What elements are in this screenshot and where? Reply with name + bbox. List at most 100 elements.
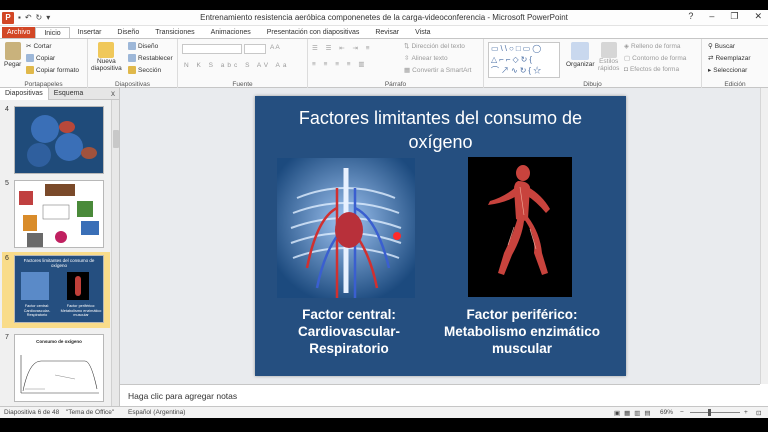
thumb-muscle-figure xyxy=(75,276,81,296)
slide-thumbnail-row-selected[interactable]: 6 Factores limitantes del consumo de oxí… xyxy=(2,252,110,328)
tab-animaciones[interactable]: Animaciones xyxy=(203,27,259,38)
anatomy-image[interactable] xyxy=(277,158,415,298)
slide-thumbnail[interactable] xyxy=(14,106,104,174)
slide-number: 7 xyxy=(5,334,9,341)
undo-icon[interactable]: ↶ xyxy=(25,13,32,22)
tab-presentacion[interactable]: Presentación con diapositivas xyxy=(259,27,368,38)
paste-label: Pegar xyxy=(4,61,22,68)
muscle-runner-image[interactable] xyxy=(468,157,572,297)
tab-inicio[interactable]: Inicio xyxy=(35,27,70,38)
tab-vista[interactable]: Vista xyxy=(407,27,438,38)
arrange-button[interactable]: Organizar xyxy=(566,42,595,68)
text-direction-icon: ⇅ xyxy=(404,43,410,50)
close-button[interactable]: ✕ xyxy=(754,11,762,22)
save-icon[interactable]: ▪ xyxy=(18,13,21,22)
shapes-gallery[interactable]: ▭\\○□▭◯ △⌐⌐◇↻{⌒↗∿↻{☆ xyxy=(488,42,560,78)
copy-label: Copiar xyxy=(36,54,56,62)
format-painter-label: Copiar formato xyxy=(36,66,79,74)
tab-archivo[interactable]: Archivo xyxy=(2,27,36,38)
group-portapapeles: Pegar ✂ Cortar Copiar Copiar formato Port… xyxy=(0,39,88,89)
notes-placeholder[interactable]: Haga clic para agregar notas xyxy=(128,391,237,401)
group-label-edicion: Edición xyxy=(724,81,746,88)
tab-insertar[interactable]: Insertar xyxy=(70,27,110,38)
shape-outline-button[interactable]: ▢ Contorno de forma xyxy=(624,54,686,63)
align-text-button[interactable]: ⇳ Alinear texto xyxy=(404,54,448,63)
slide[interactable]: Factores limitantes del consumo de oxíge… xyxy=(255,96,626,376)
scissors-icon: ✂ xyxy=(26,43,32,50)
copy-icon xyxy=(26,54,34,62)
slide-title[interactable]: Factores limitantes del consumo de oxíge… xyxy=(265,106,616,154)
font-grow-shrink-icon[interactable]: A A xyxy=(270,44,280,51)
tab-slides[interactable]: Diapositivas xyxy=(0,87,49,100)
running-muscle-figure xyxy=(488,165,550,275)
cut-button[interactable]: ✂ Cortar xyxy=(26,42,52,51)
binoculars-icon: ⚲ xyxy=(708,43,713,50)
text-direction-button[interactable]: ⇅ Dirección del texto xyxy=(404,42,465,51)
customize-toolbar-icon[interactable]: ▾ xyxy=(46,13,50,22)
layout-button[interactable]: Diseño xyxy=(128,42,158,50)
right-caption[interactable]: Factor periférico: Metabolismo enzimátic… xyxy=(431,306,613,357)
theme-name: "Tema de Office" xyxy=(66,409,115,416)
zoom-in-icon[interactable]: + xyxy=(744,409,748,416)
redo-icon[interactable]: ↻ xyxy=(36,13,43,22)
help-button[interactable]: ? xyxy=(688,11,693,22)
left-caption[interactable]: Factor central: Cardiovascular-Respirato… xyxy=(273,306,425,357)
language-indicator[interactable]: Español (Argentina) xyxy=(128,409,185,416)
quick-styles-button[interactable]: Estilos rápidos xyxy=(598,42,619,72)
canvas-scrollbar[interactable] xyxy=(760,88,768,384)
tab-transiciones[interactable]: Transiciones xyxy=(147,27,202,38)
reset-icon xyxy=(128,54,136,62)
quick-styles-icon xyxy=(600,42,617,58)
shape-fill-icon: ◈ xyxy=(624,43,629,50)
list-buttons[interactable]: ☰ ☰ ⇤ ⇥ ≡ xyxy=(312,44,373,52)
restore-button[interactable]: ❐ xyxy=(730,11,738,22)
fit-slide-icon[interactable]: ⊡ xyxy=(756,409,761,417)
slide-canvas: Factores limitantes del consumo de oxíge… xyxy=(120,88,760,384)
thumb-right-caption: Factor periférico: Metabolismo enzimátic… xyxy=(60,304,102,317)
new-slide-button[interactable]: Nueva diapositiva xyxy=(91,42,122,72)
slide-thumbnail-row[interactable]: 4 xyxy=(0,106,112,176)
tab-revisar[interactable]: Revisar xyxy=(367,27,407,38)
group-label-fuente: Fuente xyxy=(232,81,253,88)
thumb-left-caption: Factor central: Cardiovascular-Respirato… xyxy=(23,304,51,317)
zoom-slider-thumb[interactable] xyxy=(708,409,711,416)
zoom-slider[interactable] xyxy=(690,409,740,416)
slide-thumbnail[interactable]: Consumo de oxígeno xyxy=(14,334,104,402)
powerpoint-app-icon[interactable]: P xyxy=(2,11,14,24)
shape-fill-button[interactable]: ◈ Relleno de forma xyxy=(624,42,681,51)
tab-diseno[interactable]: Diseño xyxy=(109,27,147,38)
find-button[interactable]: ⚲ Buscar xyxy=(708,42,735,51)
slide-thumbnail-selected[interactable]: Factores limitantes del consumo de oxíge… xyxy=(14,255,104,323)
layout-label: Diseño xyxy=(138,42,159,50)
slide-thumbnail[interactable] xyxy=(14,180,104,248)
section-button[interactable]: Sección xyxy=(128,66,161,74)
pane-close-icon[interactable]: x xyxy=(111,89,115,98)
font-name-input[interactable] xyxy=(182,44,242,54)
slides-pane-scrollbar[interactable] xyxy=(111,100,119,406)
zoom-out-icon[interactable]: − xyxy=(680,409,684,416)
select-button[interactable]: ▸ Seleccionar xyxy=(708,66,747,75)
reset-label: Restablecer xyxy=(138,54,173,62)
replace-button[interactable]: ⇄ Reemplazar xyxy=(708,54,751,63)
group-label-diapositivas: Diapositivas xyxy=(114,81,151,88)
reset-button[interactable]: Restablecer xyxy=(128,54,173,62)
font-size-input[interactable] xyxy=(244,44,266,54)
align-buttons[interactable]: ≡ ≡ ≡ ≡ ▥ xyxy=(312,60,368,68)
slide-thumbnail-row[interactable]: 7 Consumo de oxígeno xyxy=(0,334,112,404)
view-buttons[interactable]: ▣▦▥▤ xyxy=(614,409,655,417)
shape-effects-button[interactable]: ◘ Efectos de forma xyxy=(624,66,679,73)
align-text-label: Alinear texto xyxy=(411,54,448,62)
copy-button[interactable]: Copiar xyxy=(26,54,55,62)
notes-pane[interactable]: Haga clic para agregar notas xyxy=(120,384,760,406)
format-painter-button[interactable]: Copiar formato xyxy=(26,66,79,74)
slide-thumbnail-row[interactable]: 5 xyxy=(0,180,112,250)
group-label-dibujo: Dibujo xyxy=(583,81,602,88)
scrollbar-thumb[interactable] xyxy=(113,130,119,148)
smartart-button[interactable]: ▦ Convertir a SmartArt xyxy=(404,66,471,75)
paste-button[interactable]: Pegar xyxy=(4,42,21,68)
slide-number: 4 xyxy=(5,106,9,113)
zoom-level[interactable]: 69% xyxy=(660,409,673,416)
font-format-buttons[interactable]: N K S abc S AV Aa xyxy=(184,62,289,69)
minimize-button[interactable]: – xyxy=(709,11,714,22)
tab-outline[interactable]: Esquema xyxy=(49,90,89,97)
